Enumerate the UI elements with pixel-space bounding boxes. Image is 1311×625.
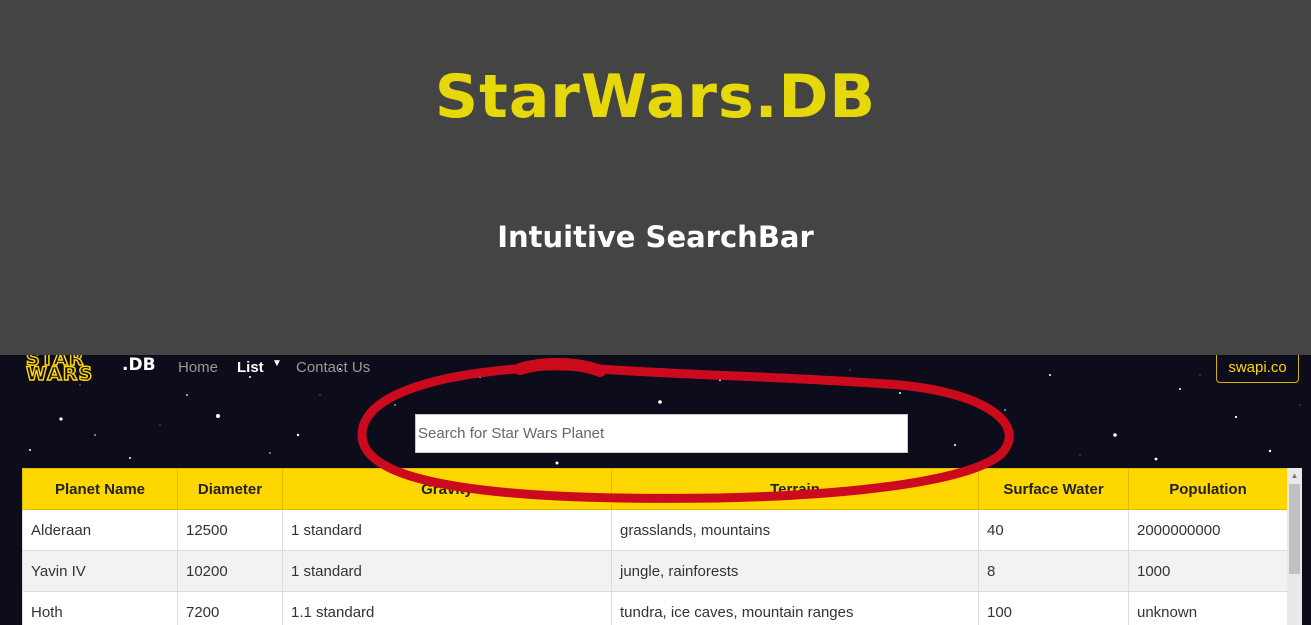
logo-db-text: .DB xyxy=(122,355,156,375)
table-scrollbar[interactable]: ▲ xyxy=(1287,468,1302,625)
cell-terrain: tundra, ice caves, mountain ranges xyxy=(611,591,979,625)
cell-gravity: 1.1 standard xyxy=(282,591,612,625)
nav-link-home[interactable]: Home xyxy=(178,359,218,376)
cell-population: 2000000000 xyxy=(1128,509,1288,551)
scroll-up-arrow-icon[interactable]: ▲ xyxy=(1287,468,1302,483)
hero-banner: StarWars.DB Intuitive SearchBar xyxy=(0,0,1311,355)
search-input[interactable] xyxy=(415,414,908,453)
cell-surface-water: 100 xyxy=(978,591,1129,625)
table-header-row: Planet Name Diameter Gravity Terrain Sur… xyxy=(22,468,1288,510)
nav-link-list[interactable]: List xyxy=(237,359,264,376)
column-header-diameter[interactable]: Diameter xyxy=(177,468,283,510)
cell-diameter: 7200 xyxy=(177,591,283,625)
hero-subtitle: Intuitive SearchBar xyxy=(497,220,814,254)
cell-terrain: grasslands, mountains xyxy=(611,509,979,551)
planets-table: Planet Name Diameter Gravity Terrain Sur… xyxy=(22,468,1288,625)
table-row[interactable]: Hoth 7200 1.1 standard tundra, ice caves… xyxy=(22,591,1288,625)
cell-planet-name: Yavin IV xyxy=(22,550,178,592)
hero-title: StarWars.DB xyxy=(434,62,877,132)
cell-gravity: 1 standard xyxy=(282,550,612,592)
cell-population: 1000 xyxy=(1128,550,1288,592)
cell-planet-name: Alderaan xyxy=(22,509,178,551)
caret-down-icon[interactable]: ▼ xyxy=(272,358,282,369)
nav-link-contact-us[interactable]: Contact Us xyxy=(296,359,370,376)
column-header-terrain[interactable]: Terrain xyxy=(611,468,979,510)
column-header-gravity[interactable]: Gravity xyxy=(282,468,612,510)
table-row[interactable]: Yavin IV 10200 1 standard jungle, rainfo… xyxy=(22,550,1288,592)
logo-wars-text: WARS xyxy=(25,363,94,385)
cell-gravity: 1 standard xyxy=(282,509,612,551)
cell-surface-water: 40 xyxy=(978,509,1129,551)
cell-terrain: jungle, rainforests xyxy=(611,550,979,592)
table-row[interactable]: Alderaan 12500 1 standard grasslands, mo… xyxy=(22,509,1288,551)
cell-diameter: 12500 xyxy=(177,509,283,551)
cell-diameter: 10200 xyxy=(177,550,283,592)
cell-planet-name: Hoth xyxy=(22,591,178,625)
column-header-surface-water[interactable]: Surface Water xyxy=(978,468,1129,510)
cell-population: unknown xyxy=(1128,591,1288,625)
app-screenshot: STAR WARS .DB Home List ▼ Contact Us swa… xyxy=(0,355,1311,625)
swapi-button[interactable]: swapi.co xyxy=(1216,355,1299,383)
column-header-population[interactable]: Population xyxy=(1128,468,1288,510)
cell-surface-water: 8 xyxy=(978,550,1129,592)
column-header-planet-name[interactable]: Planet Name xyxy=(22,468,178,510)
scrollbar-thumb[interactable] xyxy=(1289,484,1300,574)
